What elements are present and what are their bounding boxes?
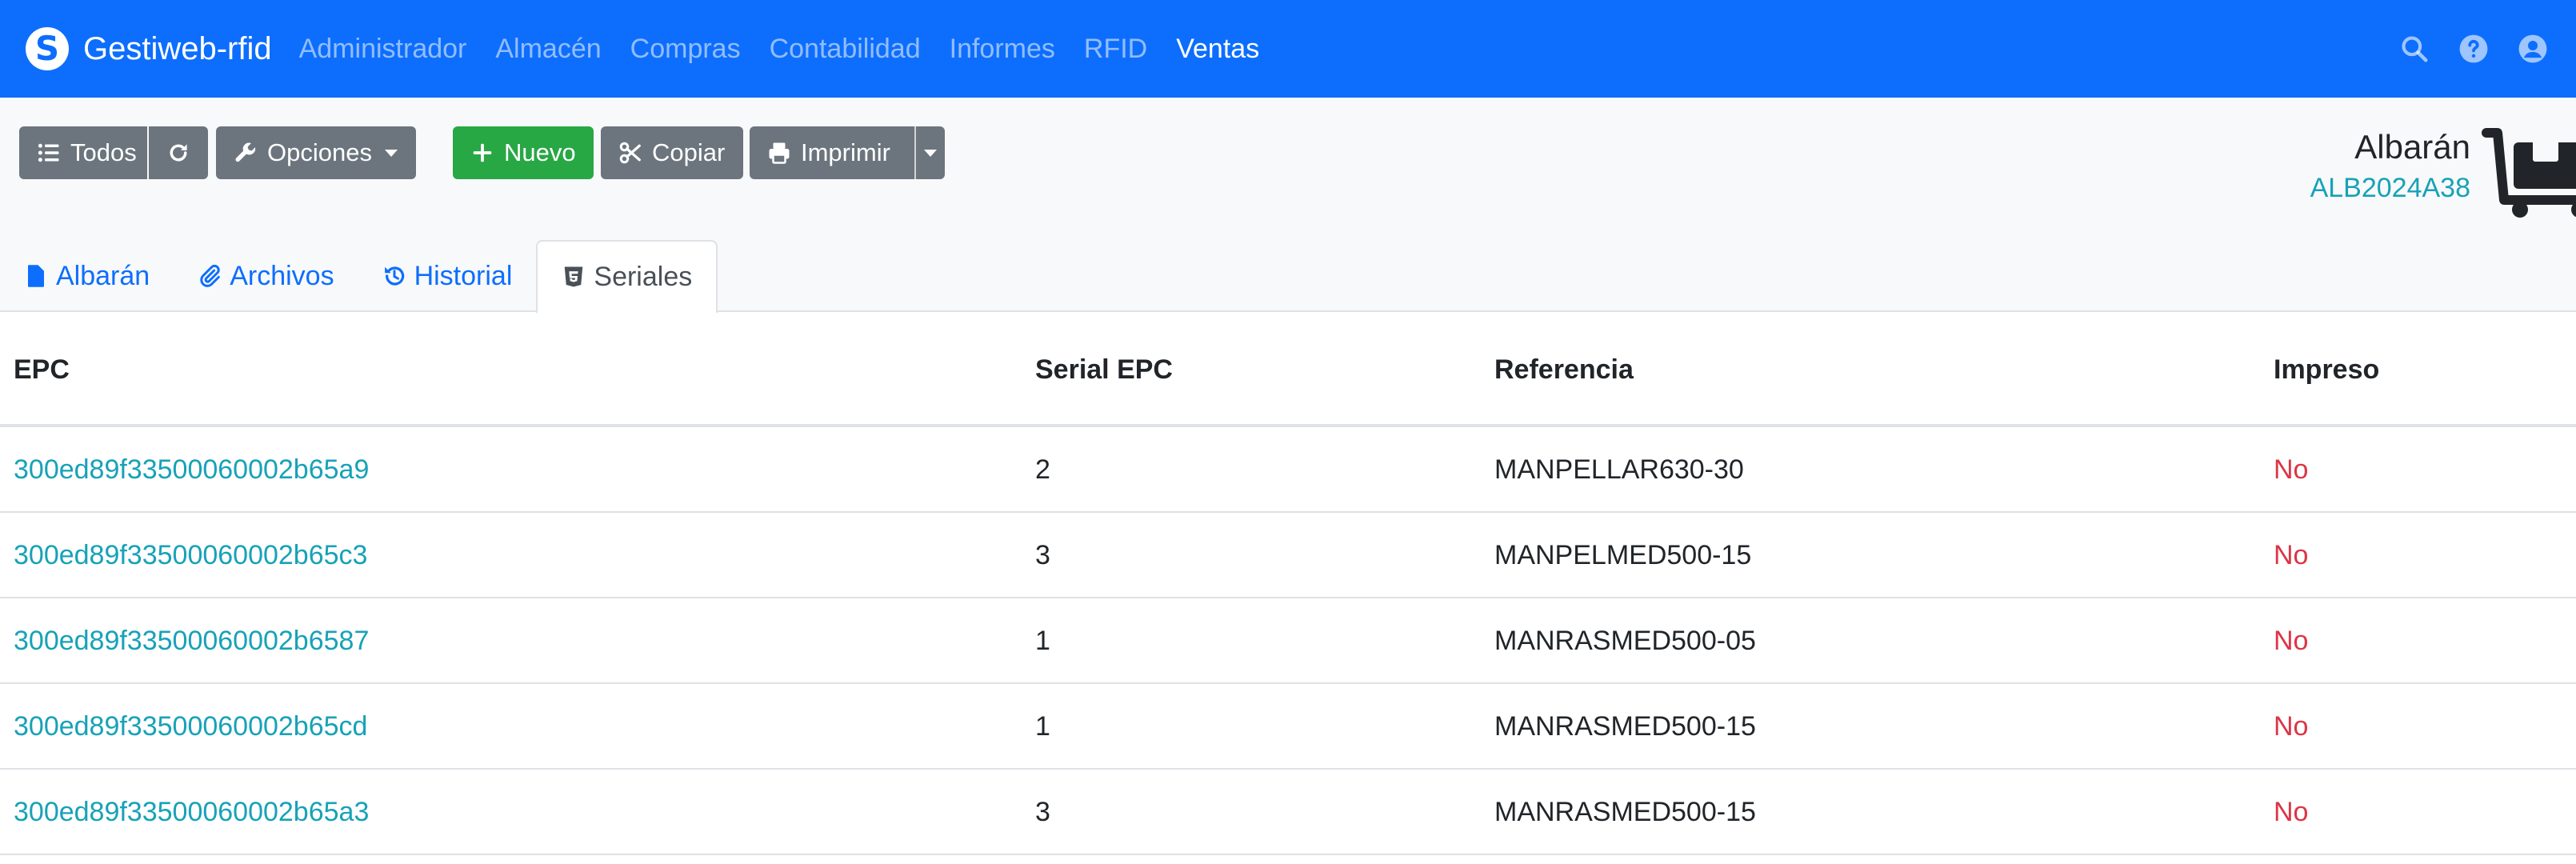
imprimir-dropdown-toggle[interactable] (916, 126, 945, 179)
imprimir-button[interactable]: Imprimir (750, 126, 914, 179)
column-header-epc: EPC (14, 354, 70, 385)
referencia-cell: MANRASMED500-05 (1494, 626, 1756, 656)
tab-historial[interactable]: Historial (358, 240, 537, 312)
serial-cell: 2 (1035, 454, 1050, 485)
epc-link[interactable]: 300ed89f33500060002b65cd (14, 684, 367, 770)
table-row[interactable]: 300ed89f33500060002b65a9 2 MANPELLAR630-… (0, 427, 2576, 513)
impreso-cell: No (2274, 454, 2309, 485)
referencia-cell: MANPELLAR630-30 (1494, 454, 1744, 485)
epc-link[interactable]: 300ed89f33500060002b6587 (14, 598, 369, 684)
table-row[interactable]: 300ed89f33500060002b65cd 1 MANRASMED500-… (0, 684, 2576, 770)
history-icon (382, 264, 406, 288)
column-header-referencia: Referencia (1494, 354, 1634, 385)
tab-bar: Albarán Archivos Historial Seriales (0, 240, 718, 314)
referencia-cell: MANRASMED500-15 (1494, 797, 1756, 827)
nav-right-icons (2398, 0, 2576, 98)
epc-link[interactable]: 300ed89f33500060002b65a9 (14, 427, 369, 513)
column-header-serial-epc: Serial EPC (1035, 354, 1173, 385)
imprimir-label: Imprimir (801, 138, 890, 166)
help-icon[interactable] (2458, 33, 2490, 65)
brand[interactable]: S Gestiweb-rfid (26, 27, 272, 70)
impreso-cell: No (2274, 540, 2309, 570)
table-row[interactable]: 300ed89f33500060002b65c3 3 MANPELMED500-… (0, 513, 2576, 598)
tab-seriales[interactable]: Seriales (536, 240, 718, 314)
main-nav: Administrador Almacén Compras Contabilid… (285, 0, 1274, 98)
table-header: EPC Serial EPC Referencia Impreso (0, 312, 2576, 427)
epc-link[interactable]: 300ed89f33500060002b65a3 (14, 770, 369, 855)
todos-label: Todos (70, 138, 137, 166)
nav-item-ventas[interactable]: Ventas (1162, 34, 1274, 65)
html5-icon (562, 265, 586, 289)
nuevo-button[interactable]: Nuevo (453, 126, 594, 179)
table-row[interactable]: 300ed89f33500060002b6587 1 MANRASMED500-… (0, 598, 2576, 684)
scissors-icon (618, 141, 642, 165)
nav-item-almacen[interactable]: Almacén (481, 34, 615, 65)
copiar-label: Copiar (652, 138, 726, 166)
nav-item-administrador[interactable]: Administrador (285, 34, 482, 65)
refresh-icon (166, 141, 190, 165)
tab-historial-label: Historial (414, 260, 513, 291)
epc-link[interactable]: 300ed89f33500060002b65c3 (14, 513, 367, 598)
nav-item-contabilidad[interactable]: Contabilidad (755, 34, 935, 65)
plus-icon (470, 141, 494, 165)
toolbar-area: Todos Opciones Nuevo Copiar Imprimir Alb… (0, 98, 2576, 314)
nav-item-informes[interactable]: Informes (935, 34, 1070, 65)
table-row[interactable]: 300ed89f33500060002b65a3 3 MANRASMED500-… (0, 770, 2576, 855)
tab-seriales-label: Seriales (594, 261, 693, 292)
impreso-cell: No (2274, 711, 2309, 742)
list-icon (37, 141, 61, 165)
referencia-cell: MANRASMED500-15 (1494, 711, 1756, 742)
opciones-button[interactable]: Opciones (216, 126, 416, 179)
chevron-down-icon (384, 149, 398, 157)
user-icon[interactable] (2517, 33, 2549, 65)
top-navbar: S Gestiweb-rfid Administrador Almacén Co… (0, 0, 2576, 98)
nuevo-label: Nuevo (504, 138, 576, 166)
copiar-button[interactable]: Copiar (601, 126, 743, 179)
nav-item-rfid[interactable]: RFID (1070, 34, 1162, 65)
file-icon (24, 264, 48, 288)
impreso-cell: No (2274, 797, 2309, 827)
paperclip-icon (198, 264, 222, 288)
nav-item-compras[interactable]: Compras (616, 34, 755, 65)
serial-cell: 1 (1035, 711, 1050, 742)
chevron-down-icon (924, 149, 937, 157)
serial-cell: 1 (1035, 626, 1050, 656)
refresh-button[interactable] (149, 126, 208, 179)
wrench-icon (234, 141, 258, 165)
seriales-table: EPC Serial EPC Referencia Impreso 300ed8… (0, 312, 2576, 855)
document-header: Albarán ALB2024A38 (2310, 128, 2470, 204)
todos-button[interactable]: Todos (19, 126, 147, 179)
serial-cell: 3 (1035, 797, 1050, 827)
dolly-cart-icon (2482, 128, 2576, 218)
impreso-cell: No (2274, 626, 2309, 656)
opciones-label: Opciones (267, 138, 372, 166)
column-header-impreso: Impreso (2274, 354, 2380, 385)
tab-archivos-label: Archivos (230, 260, 334, 291)
referencia-cell: MANPELMED500-15 (1494, 540, 1752, 570)
printer-icon (767, 141, 791, 165)
brand-name[interactable]: Gestiweb-rfid (83, 31, 272, 67)
brand-logo-icon: S (26, 27, 69, 70)
tab-archivos[interactable]: Archivos (174, 240, 358, 312)
document-title: Albarán (2354, 128, 2470, 166)
tab-albaran[interactable]: Albarán (0, 240, 174, 312)
document-code[interactable]: ALB2024A38 (2310, 173, 2470, 204)
tab-albaran-label: Albarán (56, 260, 150, 291)
serial-cell: 3 (1035, 540, 1050, 570)
search-icon[interactable] (2398, 33, 2430, 65)
